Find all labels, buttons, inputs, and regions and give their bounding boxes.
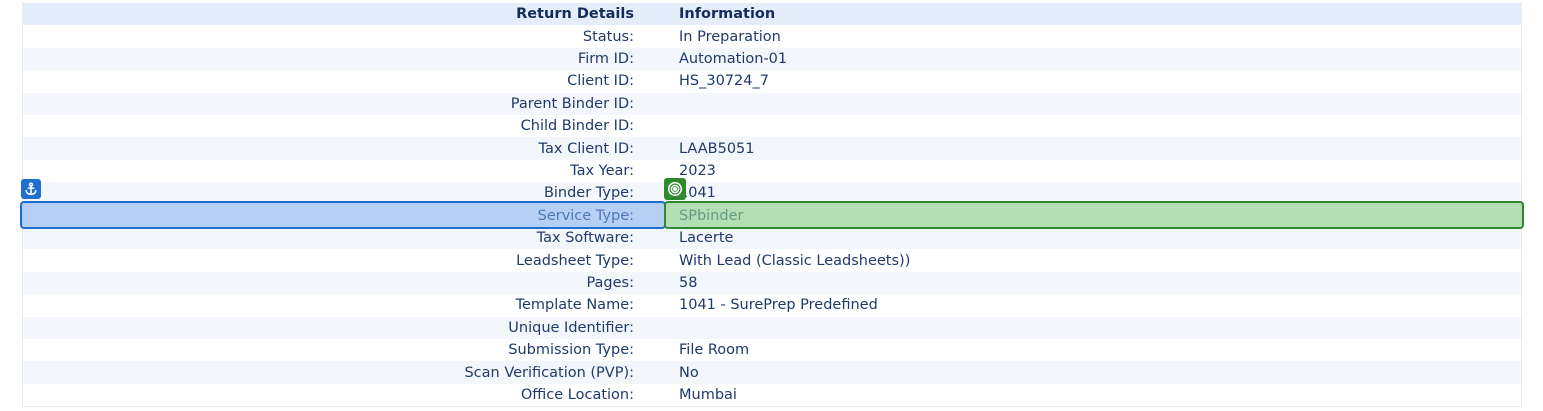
- row-value: With Lead (Classic Leadsheets)): [679, 252, 911, 269]
- return-details-table: Return Details Information Status: In Pr…: [22, 2, 1522, 407]
- row-value: File Room: [679, 342, 750, 359]
- table-row: Tax Year: 2023: [23, 159, 1521, 183]
- row-value: 58: [679, 274, 698, 291]
- row-label: Parent Binder ID:: [510, 95, 634, 112]
- table-row: Tax Software: Lacerte: [23, 227, 1521, 250]
- anchor-icon: [21, 179, 41, 199]
- target-icon: [664, 178, 686, 200]
- table-row: Pages: 58: [23, 271, 1521, 295]
- row-label: Tax Client ID:: [538, 140, 634, 157]
- row-label: Tax Software:: [536, 230, 634, 247]
- row-value: Lacerte: [679, 230, 734, 247]
- row-label: Template Name:: [515, 297, 634, 314]
- row-label: Submission Type:: [508, 342, 634, 359]
- row-value[interactable]: SPbinder: [656, 208, 743, 224]
- table-row: Unique Identifier:: [23, 316, 1521, 339]
- row-label: Pages:: [586, 274, 634, 291]
- row-value: Mumbai: [679, 386, 737, 403]
- row-label: Tax Year:: [570, 162, 634, 179]
- table-row: Status: In Preparation: [23, 25, 1521, 48]
- row-label: Unique Identifier:: [508, 319, 634, 336]
- row-label: Child Binder ID:: [520, 118, 634, 135]
- table-row: Parent Binder ID:: [23, 92, 1521, 115]
- table-row-service-type[interactable]: Service Type: SPbinder: [23, 204, 1521, 227]
- header-information: Information: [679, 6, 776, 23]
- row-label: Scan Verification (PVP):: [464, 364, 634, 381]
- row-value: In Preparation: [679, 28, 781, 45]
- table-row: Child Binder ID:: [23, 115, 1521, 138]
- row-label: Leadsheet Type:: [516, 252, 634, 269]
- table-row: Client ID: HS_30724_7: [23, 70, 1521, 93]
- row-value: 1041 - SurePrep Predefined: [679, 297, 878, 314]
- table-row: Template Name: 1041 - SurePrep Predefine…: [23, 294, 1521, 317]
- table-header-row: Return Details Information: [23, 3, 1521, 26]
- row-label: Office Location:: [520, 386, 634, 403]
- row-value: LAAB5051: [679, 140, 755, 157]
- row-label: Service Type:: [537, 207, 634, 224]
- table-row: Binder Type: 1041: [23, 182, 1521, 205]
- row-label: Binder Type:: [543, 185, 634, 202]
- table-row: Tax Client ID: LAAB5051: [23, 137, 1521, 160]
- table-row: Submission Type: File Room: [23, 339, 1521, 362]
- table-row: Leadsheet Type: With Lead (Classic Leads…: [23, 249, 1521, 272]
- row-value: No: [679, 364, 699, 381]
- header-return-details: Return Details: [516, 6, 634, 23]
- table-row: Scan Verification (PVP): No: [23, 361, 1521, 384]
- row-value: HS_30724_7: [679, 73, 769, 90]
- row-value: 2023: [679, 162, 716, 179]
- row-label: Status:: [582, 28, 634, 45]
- row-label: Firm ID:: [577, 50, 634, 67]
- table-row: Firm ID: Automation-01: [23, 47, 1521, 71]
- table-row: Office Location: Mumbai: [23, 383, 1521, 407]
- row-label: Client ID:: [567, 73, 634, 90]
- row-value: Automation-01: [679, 50, 788, 67]
